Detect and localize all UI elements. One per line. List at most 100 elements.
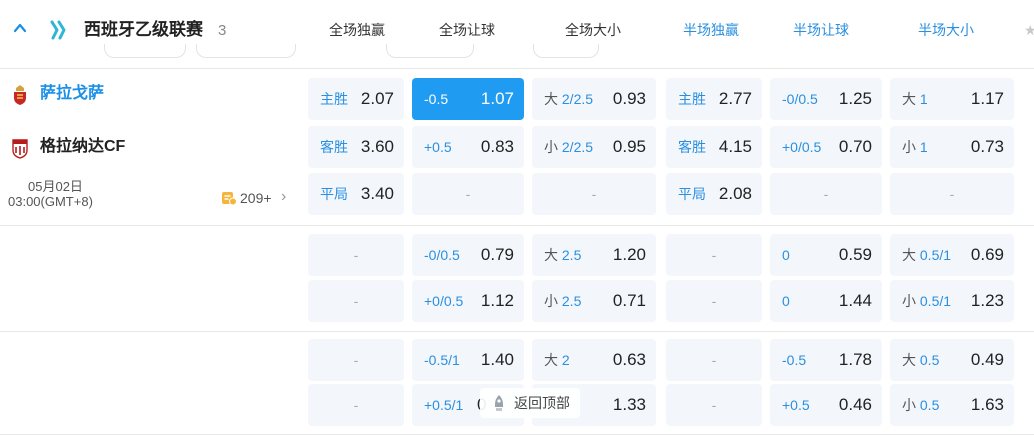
odds-cell-ft-handicap-selected[interactable]: -0.5 1.07 xyxy=(412,78,524,120)
league-match-count: 3 xyxy=(218,22,227,39)
filter-pill[interactable] xyxy=(386,44,474,58)
odds-cell-ht-total[interactable]: 小 0.5/1 1.23 xyxy=(890,280,1014,322)
odds-label: 0.5/1 xyxy=(919,247,952,263)
more-markets-count[interactable]: 209+ xyxy=(240,190,272,206)
odds-cell-ft-1x2[interactable]: 主胜 2.07 xyxy=(308,78,404,120)
odds-value: 2.07 xyxy=(360,89,394,108)
divider xyxy=(0,434,1034,435)
odds-cell-ht-total[interactable]: 大 0.5/1 0.69 xyxy=(890,234,1014,276)
odds-cell-empty: - xyxy=(666,280,762,322)
odds-label: 主胜 xyxy=(320,91,348,107)
col-header-halftime-1x2[interactable]: 半场独赢 xyxy=(656,18,766,42)
odds-value: 2.77 xyxy=(718,89,752,108)
league-header: 西班牙乙级联赛 3 全场独赢 全场让球 全场大小 半场独赢 半场让球 半场大小 … xyxy=(0,0,1034,62)
odds-cell-ft-1x2[interactable]: 客胜 3.60 xyxy=(308,126,404,168)
odds-label: 0.5/1 xyxy=(919,293,952,309)
col-header-fulltime-handicap[interactable]: 全场让球 xyxy=(412,18,522,42)
odds-value: 0.70 xyxy=(838,137,872,156)
empty-dash: - xyxy=(711,293,717,309)
odds-cell-ft-total[interactable]: 小 2.5 0.71 xyxy=(532,280,656,322)
odds-cell-ft-total[interactable]: 大 2/2.5 0.93 xyxy=(532,78,656,120)
odds-label: 2 xyxy=(561,352,570,368)
odds-cell-ht-handicap[interactable]: +0.5 0.46 xyxy=(770,384,882,426)
odds-cell-ht-total[interactable]: 大 0.5 0.49 xyxy=(890,339,1014,381)
filter-pill[interactable] xyxy=(104,44,186,58)
odds-value: 0.46 xyxy=(838,395,872,414)
odds-cell-ft-handicap[interactable]: -0.5/1 1.40 xyxy=(412,339,524,381)
filter-pill[interactable] xyxy=(196,44,296,58)
odds-value: 0.49 xyxy=(970,350,1004,369)
odds-cell-ht-1x2[interactable]: 客胜 4.15 xyxy=(666,126,762,168)
rocket-icon xyxy=(495,395,503,411)
zaragoza-crest-icon xyxy=(14,85,26,105)
col-header-halftime-handicap[interactable]: 半场让球 xyxy=(766,18,876,42)
odds-cell-ft-handicap[interactable]: +0.5 0.83 xyxy=(412,126,524,168)
odds-value: 0.59 xyxy=(838,245,872,264)
empty-dash: - xyxy=(823,186,829,202)
odds-value: 1.63 xyxy=(970,395,1004,414)
odds-cell-ft-total[interactable]: 大 2 0.63 xyxy=(532,339,656,381)
odds-value: 0.93 xyxy=(612,89,646,108)
odds-cell-ht-handicap[interactable]: -0.5 1.78 xyxy=(770,339,882,381)
odds-label: 1 xyxy=(919,91,928,107)
odds-side: 大 xyxy=(902,247,916,263)
odds-cell-ft-total[interactable]: 大 2.5 1.20 xyxy=(532,234,656,276)
collapse-chevron-up-icon[interactable] xyxy=(10,20,30,40)
odds-label: +0/0.5 xyxy=(424,293,464,309)
odds-side: 大 xyxy=(544,247,558,263)
empty-dash: - xyxy=(465,186,471,202)
odds-cell-ht-total[interactable]: 小 0.5 1.63 xyxy=(890,384,1014,426)
odds-side: 小 xyxy=(544,293,558,309)
odds-cell-ft-total[interactable]: 小 2/2.5 0.95 xyxy=(532,126,656,168)
odds-value: 3.60 xyxy=(360,137,394,156)
odds-label: +0/0.5 xyxy=(782,139,822,155)
odds-cell-ft-handicap[interactable]: +0/0.5 1.12 xyxy=(412,280,524,322)
divider xyxy=(0,225,1034,226)
more-markets-icon[interactable] xyxy=(221,190,237,206)
odds-value: 0.63 xyxy=(612,350,646,369)
odds-label: 0 xyxy=(782,293,790,309)
odds-cell-ht-total[interactable]: 小 1 0.73 xyxy=(890,126,1014,168)
col-header-fulltime-total[interactable]: 全场大小 xyxy=(530,18,656,42)
col-header-halftime-total[interactable]: 半场大小 xyxy=(886,18,1006,42)
odds-label: 2.5 xyxy=(561,247,582,263)
league-name: 西班牙乙级联赛 xyxy=(84,20,203,39)
odds-value: 0.79 xyxy=(480,245,514,264)
odds-label: 主胜 xyxy=(678,91,706,107)
odds-label: +0.5 xyxy=(424,139,452,155)
odds-cell-ht-1x2[interactable]: 主胜 2.77 xyxy=(666,78,762,120)
odds-cell-ht-handicap[interactable]: 0 1.44 xyxy=(770,280,882,322)
odds-value: 0.71 xyxy=(612,291,646,310)
odds-cell-ft-handicap[interactable]: -0/0.5 0.79 xyxy=(412,234,524,276)
empty-dash: - xyxy=(949,186,955,202)
odds-side: 小 xyxy=(902,397,916,413)
back-to-top-button[interactable]: 返回顶部 xyxy=(480,388,580,418)
odds-cell-ht-handicap[interactable]: +0/0.5 0.70 xyxy=(770,126,882,168)
odds-label: 0 xyxy=(782,247,790,263)
empty-dash: - xyxy=(711,397,717,413)
odds-cell-ht-1x2[interactable]: 平局 2.08 xyxy=(666,173,762,215)
chevron-right-icon[interactable]: › xyxy=(281,188,286,206)
odds-cell-empty: - xyxy=(308,234,404,276)
home-team-name: 萨拉戈萨 xyxy=(40,85,105,102)
odds-label: 客胜 xyxy=(320,139,348,155)
odds-label: -0.5/1 xyxy=(424,352,460,368)
odds-value: 1.33 xyxy=(612,395,646,414)
granada-crest-icon xyxy=(12,139,28,159)
favorite-star-icon[interactable]: ★ xyxy=(1024,22,1034,39)
odds-cell-ht-total[interactable]: 大 1 1.17 xyxy=(890,78,1014,120)
col-header-fulltime-1x2[interactable]: 全场独赢 xyxy=(302,18,412,42)
divider xyxy=(0,331,1034,332)
odds-label: 平局 xyxy=(320,186,348,202)
odds-value: 0.73 xyxy=(970,137,1004,156)
odds-cell-empty: - xyxy=(412,173,524,215)
odds-value: 0.69 xyxy=(970,245,1004,264)
filter-pill[interactable] xyxy=(533,44,599,58)
odds-label: 2.5 xyxy=(561,293,582,309)
odds-label: 客胜 xyxy=(678,139,706,155)
odds-cell-ht-handicap[interactable]: -0/0.5 1.25 xyxy=(770,78,882,120)
match-time: 03:00(GMT+8) xyxy=(8,194,93,209)
odds-cell-ft-1x2[interactable]: 平局 3.40 xyxy=(308,173,404,215)
odds-side: 小 xyxy=(902,139,916,155)
odds-cell-ht-handicap[interactable]: 0 0.59 xyxy=(770,234,882,276)
